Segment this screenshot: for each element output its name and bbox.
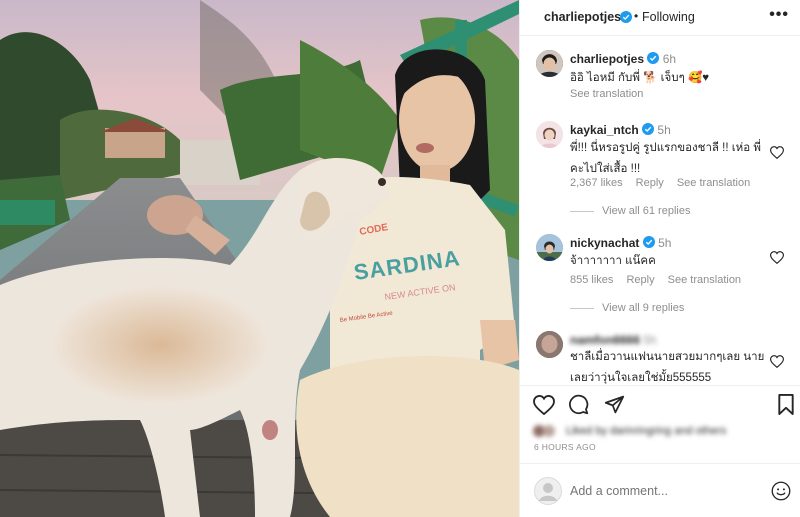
avatar[interactable] [536,50,563,77]
header-username[interactable]: charliepotjes [544,10,621,24]
more-options-icon[interactable]: ••• [769,6,789,24]
save-bookmark-icon[interactable] [778,394,794,418]
comment-header: kaykai_ntch 5h [570,123,671,138]
verified-badge-icon [620,11,632,26]
comment-reply-button[interactable]: Reply [626,274,654,286]
view-replies[interactable]: View all 61 replies [570,205,690,217]
comment-see-translation[interactable]: See translation [668,274,741,286]
emoji-icon[interactable] [771,481,791,504]
comment-username[interactable]: nickynachat [570,236,639,250]
comment-likes[interactable]: 2,367 likes [570,177,623,189]
comment-actions: 855 likes Reply See translation [570,274,741,286]
comment-header: namfon6666 5h [570,333,657,347]
comment-header: nickynachat 5h [570,236,671,251]
comment-bubble-icon[interactable] [568,394,589,418]
comment-time[interactable]: 5h [643,333,656,347]
comment-likes[interactable]: 855 likes [570,274,613,286]
liked-by-text[interactable]: Liked by darinringring and others [566,425,726,437]
likes-summary: Liked by darinringring and others [532,424,782,440]
verified-badge-icon [642,123,655,138]
caption-text: อิอิ ไอหมี กับพี่ 🐕 เจ็บๆ 🥰♥ [570,72,710,84]
avatar[interactable] [536,331,563,358]
comment-text-line: ชาลีเมื่อวานแฟนนายสวยมากๆเลย นาย [570,351,765,363]
post-time-ago[interactable]: 6 HOURS AGO [534,442,596,452]
avatar[interactable] [536,121,563,148]
comment-time[interactable]: 5h [658,236,671,250]
replies-divider [570,307,594,309]
caption-time[interactable]: 6h [663,52,676,66]
comment-text: จ้าาาาาาา แน๊คค [570,255,656,267]
current-user-avatar-icon [534,477,562,508]
share-send-icon[interactable] [604,394,625,418]
following-button[interactable]: Following [642,10,695,24]
comment-username[interactable]: kaykai_ntch [570,123,639,137]
comment-actions: 2,367 likes Reply See translation [570,177,750,189]
comment-time[interactable]: 5h [657,123,670,137]
view-replies-label[interactable]: View all 61 replies [602,205,690,217]
comment-like-heart-icon[interactable] [769,146,785,162]
caption-row: charliepotjes 6h [570,52,676,67]
verified-badge-icon [647,52,660,67]
header-separator: • [634,9,639,23]
caption-see-translation[interactable]: See translation [570,88,643,100]
verified-badge-icon [642,236,655,251]
comment-text-line: คะไปใส่เสื้อ !!! [570,163,641,175]
caption-username[interactable]: charliepotjes [570,52,644,66]
view-replies[interactable]: View all 9 replies [570,302,684,314]
view-replies-label[interactable]: View all 9 replies [602,302,684,314]
comment-text-line: พี่!!! นี่หรอรูปคู่ รูปแรกของชาลี !! เห่… [570,142,761,154]
comment-text: พี่!!! นี่หรอรูปคู่ รูปแรกของชาลี !! เห่… [570,139,770,178]
like-heart-icon[interactable] [533,394,555,418]
add-comment-input[interactable] [570,481,750,501]
comment-see-translation[interactable]: See translation [677,177,750,189]
comment-text: ชาลีเมื่อวานแฟนนายสวยมากๆเลย นาย เลยว่าว… [570,348,775,387]
avatar[interactable] [536,234,563,261]
comment-like-heart-icon[interactable] [769,251,785,267]
post-actions [520,385,800,421]
comment-like-heart-icon[interactable] [769,355,785,371]
add-comment-bar [520,463,800,517]
replies-divider [570,210,594,212]
liker-avatars [532,424,562,438]
post-sidebar: charliepotjes • Following ••• charliepot… [519,0,800,517]
comment-username[interactable]: namfon6666 [570,333,640,347]
post-photo: CODE SARDINA NEW ACTIVE ON Be Mobile Be … [0,0,519,517]
post-header: charliepotjes • Following ••• [520,0,800,36]
comment-reply-button[interactable]: Reply [636,177,664,189]
